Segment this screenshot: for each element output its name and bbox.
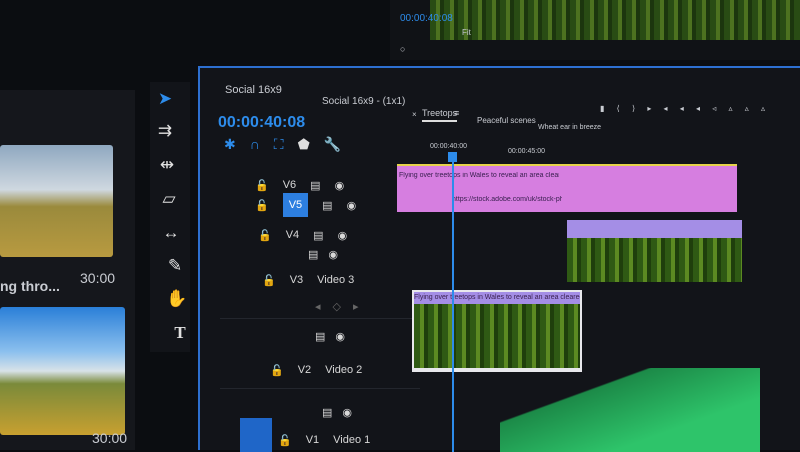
lock-icon: 🔓: [255, 179, 269, 192]
lock-icon: 🔓: [262, 275, 276, 287]
zoom-select[interactable]: Fit: [462, 28, 471, 37]
sync-icon: ▤: [322, 407, 333, 419]
audio-clip[interactable]: [500, 368, 760, 452]
playhead-handle[interactable]: [448, 152, 457, 162]
tab-menu-icon[interactable]: ≡: [454, 108, 459, 118]
clip-thumbnail[interactable]: [0, 307, 125, 435]
lock-icon: 🔓: [255, 199, 269, 212]
marker-icon[interactable]: ⬟: [298, 136, 310, 153]
razor-tool-icon[interactable]: ▱: [158, 188, 180, 210]
ruler-tick-label: 00:00:45:00: [508, 148, 545, 155]
eye-icon: ◉: [346, 199, 357, 212]
lock-icon: 🔓: [278, 435, 292, 447]
program-timecode[interactable]: 00:00:40:08: [400, 13, 453, 24]
project-panel: ng thro... 30:00 30:00: [0, 90, 135, 450]
eye-icon: ◉: [337, 229, 348, 242]
video-clip-v2[interactable]: Flying over treetops in Wales to reveal …: [412, 290, 582, 372]
playhead-handle-icon[interactable]: ○: [400, 44, 405, 54]
snap-magnet-icon[interactable]: ∩: [250, 136, 260, 153]
tools-panel: ➤ ⇉ ⇹ ▱ ↔ ✎ ✋ T: [150, 82, 190, 352]
pen-tool-icon[interactable]: ✎: [164, 255, 186, 277]
v1-target[interactable]: [240, 418, 272, 452]
eye-icon: ◉: [328, 249, 339, 261]
sequence-tab[interactable]: Social 16x9 - (1x1): [322, 96, 405, 107]
clip-duration: 30:00: [80, 270, 116, 286]
hand-tool-icon[interactable]: ✋: [166, 288, 188, 310]
sync-icon: ▤: [310, 179, 321, 192]
keyframe-nav[interactable]: ◂ ◇ ▸: [315, 300, 359, 313]
video-clip-v4[interactable]: [567, 220, 742, 282]
track-v5[interactable]: 🔓 V5 ▤ ◉: [255, 192, 405, 218]
sync-icon: ▤: [308, 249, 319, 261]
tab-peaceful-scenes[interactable]: Peaceful scenes: [477, 116, 536, 125]
track-select-tool-icon[interactable]: ⇉: [154, 120, 176, 142]
tab-wheat-ear[interactable]: Wheat ear in breeze: [538, 124, 601, 131]
program-preview: [430, 0, 800, 40]
title-clip[interactable]: Flying over treetops in Wales to reveal …: [397, 164, 737, 212]
tab-treetops[interactable]: Treetops: [422, 108, 458, 122]
track-v2[interactable]: 🔓 V2 Video 2: [270, 364, 362, 377]
program-monitor: 00:00:40:08 Fit ○: [390, 0, 800, 60]
nest-icon[interactable]: ✱: [224, 136, 236, 153]
playhead[interactable]: [452, 152, 454, 452]
close-tab-icon[interactable]: ×: [412, 110, 417, 119]
monitor-controls[interactable]: ▮ ⟨ ⟩ ▸ ◂ ◂ ◂ ◃ ▵ ▵ ▵: [600, 104, 770, 113]
eye-icon: ◉: [335, 331, 346, 343]
slip-tool-icon[interactable]: ↔: [160, 222, 182, 244]
sequence-tab[interactable]: Social 16x9: [225, 84, 282, 96]
ruler-tick-label: 00:00:40:00: [430, 143, 467, 150]
selection-tool-icon[interactable]: ➤: [154, 88, 176, 110]
ripple-edit-tool-icon[interactable]: ⇹: [156, 154, 178, 176]
clip-duration: 30:00: [92, 430, 128, 446]
track-v4[interactable]: 🔓 V4 ▤ ◉: [258, 222, 408, 248]
sync-icon: ▤: [313, 229, 324, 242]
clip-name: ng thro...: [0, 278, 60, 294]
linked-selection-icon[interactable]: ⛶: [274, 136, 284, 153]
track-v1[interactable]: 🔓 V1 Video 1: [278, 434, 370, 447]
lock-icon: 🔓: [258, 229, 272, 242]
eye-icon: ◉: [342, 407, 353, 419]
type-tool-icon[interactable]: T: [169, 322, 191, 344]
track-v3[interactable]: 🔓 V3 Video 3: [262, 274, 354, 287]
timeline-panel: Social 16x9 Social 16x9 - (1x1) 00:00:40…: [198, 66, 800, 452]
timeline-timecode[interactable]: 00:00:40:08: [218, 114, 305, 132]
wrench-icon[interactable]: 🔧: [324, 136, 341, 153]
sync-icon: ▤: [315, 331, 326, 343]
clip-thumbnail[interactable]: [0, 145, 113, 257]
eye-icon: ◉: [334, 179, 345, 192]
sync-icon: ▤: [322, 199, 333, 212]
lock-icon: 🔓: [270, 365, 284, 377]
